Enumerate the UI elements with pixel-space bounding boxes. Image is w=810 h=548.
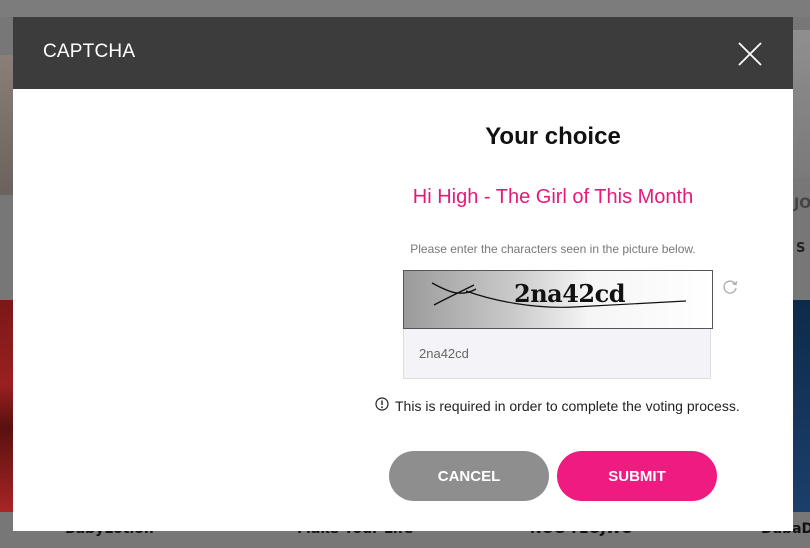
background-thumbnail-left xyxy=(0,300,14,512)
background-side-text-2: S xyxy=(796,241,806,256)
background-side-text: JO xyxy=(794,196,810,212)
info-icon xyxy=(375,397,389,414)
close-icon xyxy=(738,42,762,66)
captcha-input[interactable] xyxy=(403,329,711,379)
background-thumbnail-right xyxy=(793,300,810,512)
modal-title: CAPTCHA xyxy=(43,41,136,62)
captcha-image: 2na42cd xyxy=(403,270,713,329)
song-title: Hi High - The Girl of This Month xyxy=(412,186,694,208)
refresh-icon xyxy=(723,280,738,294)
cancel-button[interactable]: CANCEL xyxy=(389,451,549,501)
captcha-text: 2na42cd xyxy=(514,279,626,308)
captcha-modal: CAPTCHA Your choice Hi High - The Girl o… xyxy=(13,17,793,531)
voting-notice: This is required in order to complete th… xyxy=(375,397,740,414)
submit-button[interactable]: SUBMIT xyxy=(557,451,717,501)
refresh-captcha-button[interactable] xyxy=(721,278,739,296)
modal-header: CAPTCHA xyxy=(13,17,793,89)
background-photo-left xyxy=(0,55,14,195)
close-button[interactable] xyxy=(737,41,763,67)
notice-text: This is required in order to complete th… xyxy=(395,397,740,414)
background-photo-right xyxy=(793,30,810,178)
choice-heading: Your choice xyxy=(485,123,621,150)
page: JO S BabyLotion Make Your Life NOG-YEOJW… xyxy=(0,0,810,548)
captcha-instruction: Please enter the characters seen in the … xyxy=(410,242,696,256)
background-strip xyxy=(0,0,810,17)
